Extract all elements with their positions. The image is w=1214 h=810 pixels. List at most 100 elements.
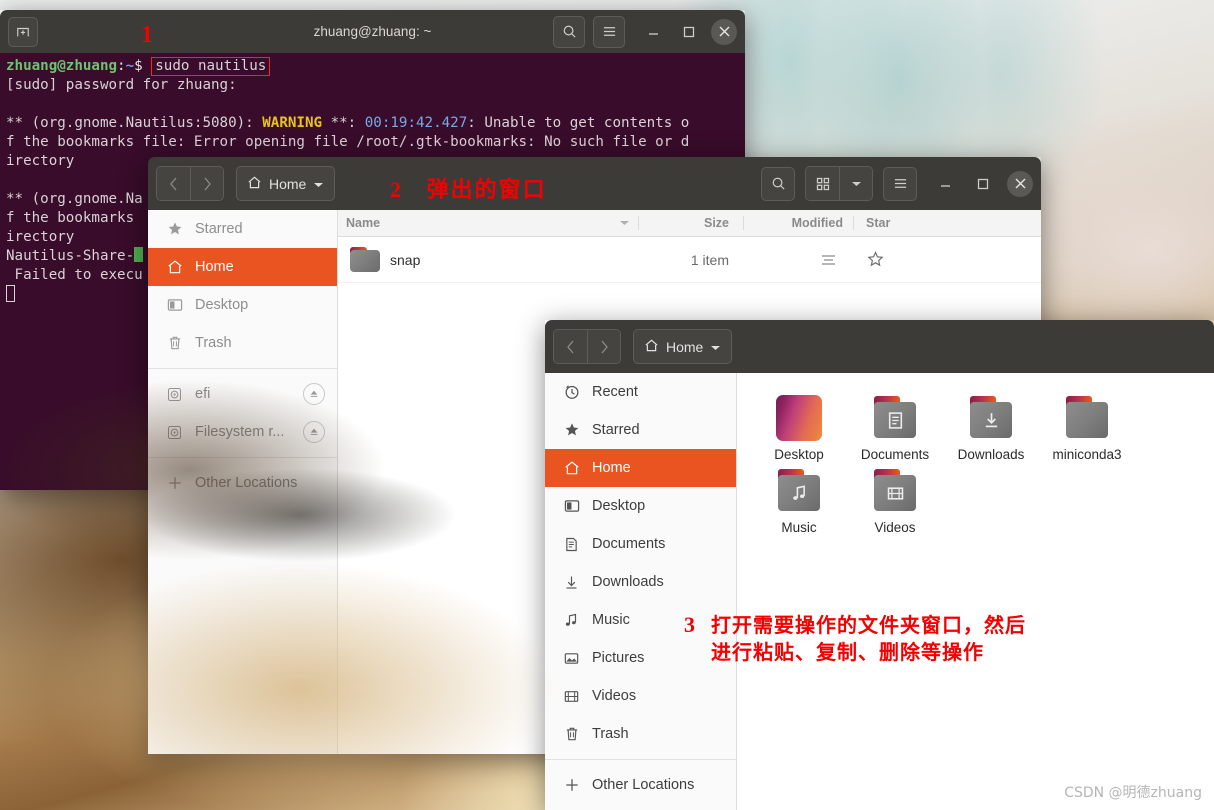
sidebar-item-desktop[interactable]: Desktop xyxy=(545,487,736,525)
annotation-2-number: 2 xyxy=(390,177,403,202)
picture-icon xyxy=(563,651,580,666)
sidebar-item-label: Videos xyxy=(592,688,637,704)
disk-icon xyxy=(166,425,183,440)
download-icon xyxy=(563,575,580,590)
home-icon xyxy=(247,175,262,193)
sidebar-separator xyxy=(545,759,736,760)
sidebar-item-label: Recent xyxy=(592,384,638,400)
eject-icon[interactable] xyxy=(303,421,325,443)
chevron-left-icon[interactable] xyxy=(157,167,190,200)
column-header-name[interactable]: Name xyxy=(346,216,380,230)
list-item[interactable]: Videos xyxy=(847,462,943,535)
terminal-prompt-path: ~ xyxy=(125,58,135,74)
sidebar-item-home[interactable]: Home xyxy=(545,449,736,487)
hamburger-menu-icon[interactable] xyxy=(593,15,625,48)
sidebar-item-label: Starred xyxy=(592,422,640,438)
sidebar-item-label: efi xyxy=(195,386,211,402)
list-item-label: Videos xyxy=(874,520,916,535)
sidebar-item-downloads[interactable]: Downloads xyxy=(545,563,736,601)
star-outline-icon[interactable] xyxy=(853,251,933,268)
chevron-right-icon[interactable] xyxy=(587,330,620,363)
desktop-icon xyxy=(166,297,183,313)
chevron-left-icon[interactable] xyxy=(554,330,587,363)
chevron-down-icon[interactable] xyxy=(839,167,872,200)
sidebar-item-home[interactable]: Home xyxy=(148,248,337,286)
search-icon[interactable] xyxy=(553,15,585,48)
maximize-icon[interactable] xyxy=(969,170,997,198)
music-icon xyxy=(563,613,580,628)
list-item[interactable]: Documents xyxy=(847,389,943,462)
terminal-warn-line3: irectory xyxy=(6,153,75,169)
eject-icon[interactable] xyxy=(303,383,325,405)
sidebar-item-desktop[interactable]: Desktop xyxy=(148,286,337,324)
terminal-warn-mid: **: xyxy=(322,115,365,131)
list-item[interactable]: Desktop xyxy=(751,389,847,462)
sidebar-item-other-locations[interactable]: Other Locations xyxy=(148,464,337,502)
maximize-icon[interactable] xyxy=(675,18,703,46)
table-row[interactable]: snap 1 item xyxy=(338,237,1041,283)
plus-icon xyxy=(166,475,183,491)
annotation-2-text: 弹出的窗口 xyxy=(426,178,547,203)
document-icon xyxy=(563,537,580,552)
close-icon[interactable] xyxy=(1007,170,1033,197)
sidebar-item-efi[interactable]: efi xyxy=(148,375,337,413)
window2-icon-grid: Desktop Documents Downloads miniconda3 Music… xyxy=(751,389,1214,535)
chevron-right-icon[interactable] xyxy=(190,167,223,200)
folder-icon xyxy=(350,246,380,273)
minimize-icon[interactable] xyxy=(931,170,959,198)
folder-downloads-icon xyxy=(968,395,1014,441)
grid-view-icon[interactable] xyxy=(806,167,839,200)
list-item-label: Downloads xyxy=(957,447,1025,462)
sidebar-item-label: Documents xyxy=(592,536,666,552)
window1-path-button[interactable]: Home xyxy=(236,166,336,201)
terminal-warn-line2: f the bookmarks file: Error opening file… xyxy=(6,134,690,150)
terminal-warn2-prefix: ** (org.gnome.Na xyxy=(6,191,143,207)
annotation-marker-1: 1 xyxy=(141,22,153,48)
window1-sidebar: Starred Home Desktop Trash efi Filesystem r..… xyxy=(148,210,338,754)
window1-nav-buttons xyxy=(156,166,224,201)
list-item[interactable]: miniconda3 xyxy=(1039,389,1135,462)
window2-path-button[interactable]: Home xyxy=(633,329,733,364)
sidebar-item-videos[interactable]: Videos xyxy=(545,677,736,715)
window2-path-label: Home xyxy=(666,338,704,355)
column-header-star[interactable]: Star xyxy=(853,216,933,230)
chevron-down-icon xyxy=(313,176,324,192)
window1-column-headers: Name Size Modified Star xyxy=(338,210,1041,237)
sidebar-item-starred[interactable]: Starred xyxy=(545,411,736,449)
terminal-warn-prefix: ** (org.gnome.Nautilus:5080): xyxy=(6,115,263,131)
window1-path-label: Home xyxy=(269,175,307,192)
sidebar-separator xyxy=(148,457,337,458)
sidebar-item-trash[interactable]: Trash xyxy=(545,715,736,753)
sidebar-item-label: Music xyxy=(592,612,630,628)
home-icon xyxy=(166,259,183,275)
list-item[interactable]: Music xyxy=(751,462,847,535)
search-icon[interactable] xyxy=(761,166,795,201)
sidebar-item-label: Home xyxy=(195,259,234,275)
hamburger-menu-icon[interactable] xyxy=(883,166,917,201)
terminal-warn-word: WARNING xyxy=(262,115,323,131)
column-header-size[interactable]: Size xyxy=(638,216,743,230)
sort-descending-icon[interactable] xyxy=(619,216,630,230)
column-header-modified[interactable]: Modified xyxy=(743,216,853,230)
terminal-warn2-line2: f the bookmarks xyxy=(6,210,143,226)
sidebar-item-label: Filesystem r... xyxy=(195,424,285,440)
folder-documents-icon xyxy=(872,395,918,441)
sidebar-item-recent[interactable]: Recent xyxy=(545,373,736,411)
annotation-3-number: 3 xyxy=(684,612,695,637)
sidebar-item-filesystem-r[interactable]: Filesystem r... xyxy=(148,413,337,451)
minimize-icon[interactable] xyxy=(639,18,667,46)
sidebar-item-documents[interactable]: Documents xyxy=(545,525,736,563)
sidebar-item-label: Trash xyxy=(592,726,629,742)
new-tab-icon[interactable] xyxy=(8,16,38,47)
close-icon[interactable] xyxy=(711,18,737,45)
sidebar-item-label: Other Locations xyxy=(195,475,298,491)
sidebar-item-other-locations[interactable]: Other Locations xyxy=(545,766,736,804)
sidebar-item-trash[interactable]: Trash xyxy=(148,324,337,362)
list-item-label: Desktop xyxy=(774,447,824,462)
list-item[interactable]: Downloads xyxy=(943,389,1039,462)
annotation-3-line2: 进行粘贴、复制、删除等操作 xyxy=(711,640,984,664)
sidebar-item-starred[interactable]: Starred xyxy=(148,210,337,248)
list-item-label: Music xyxy=(781,520,817,535)
trash-icon xyxy=(563,726,580,742)
video-icon xyxy=(563,689,580,704)
